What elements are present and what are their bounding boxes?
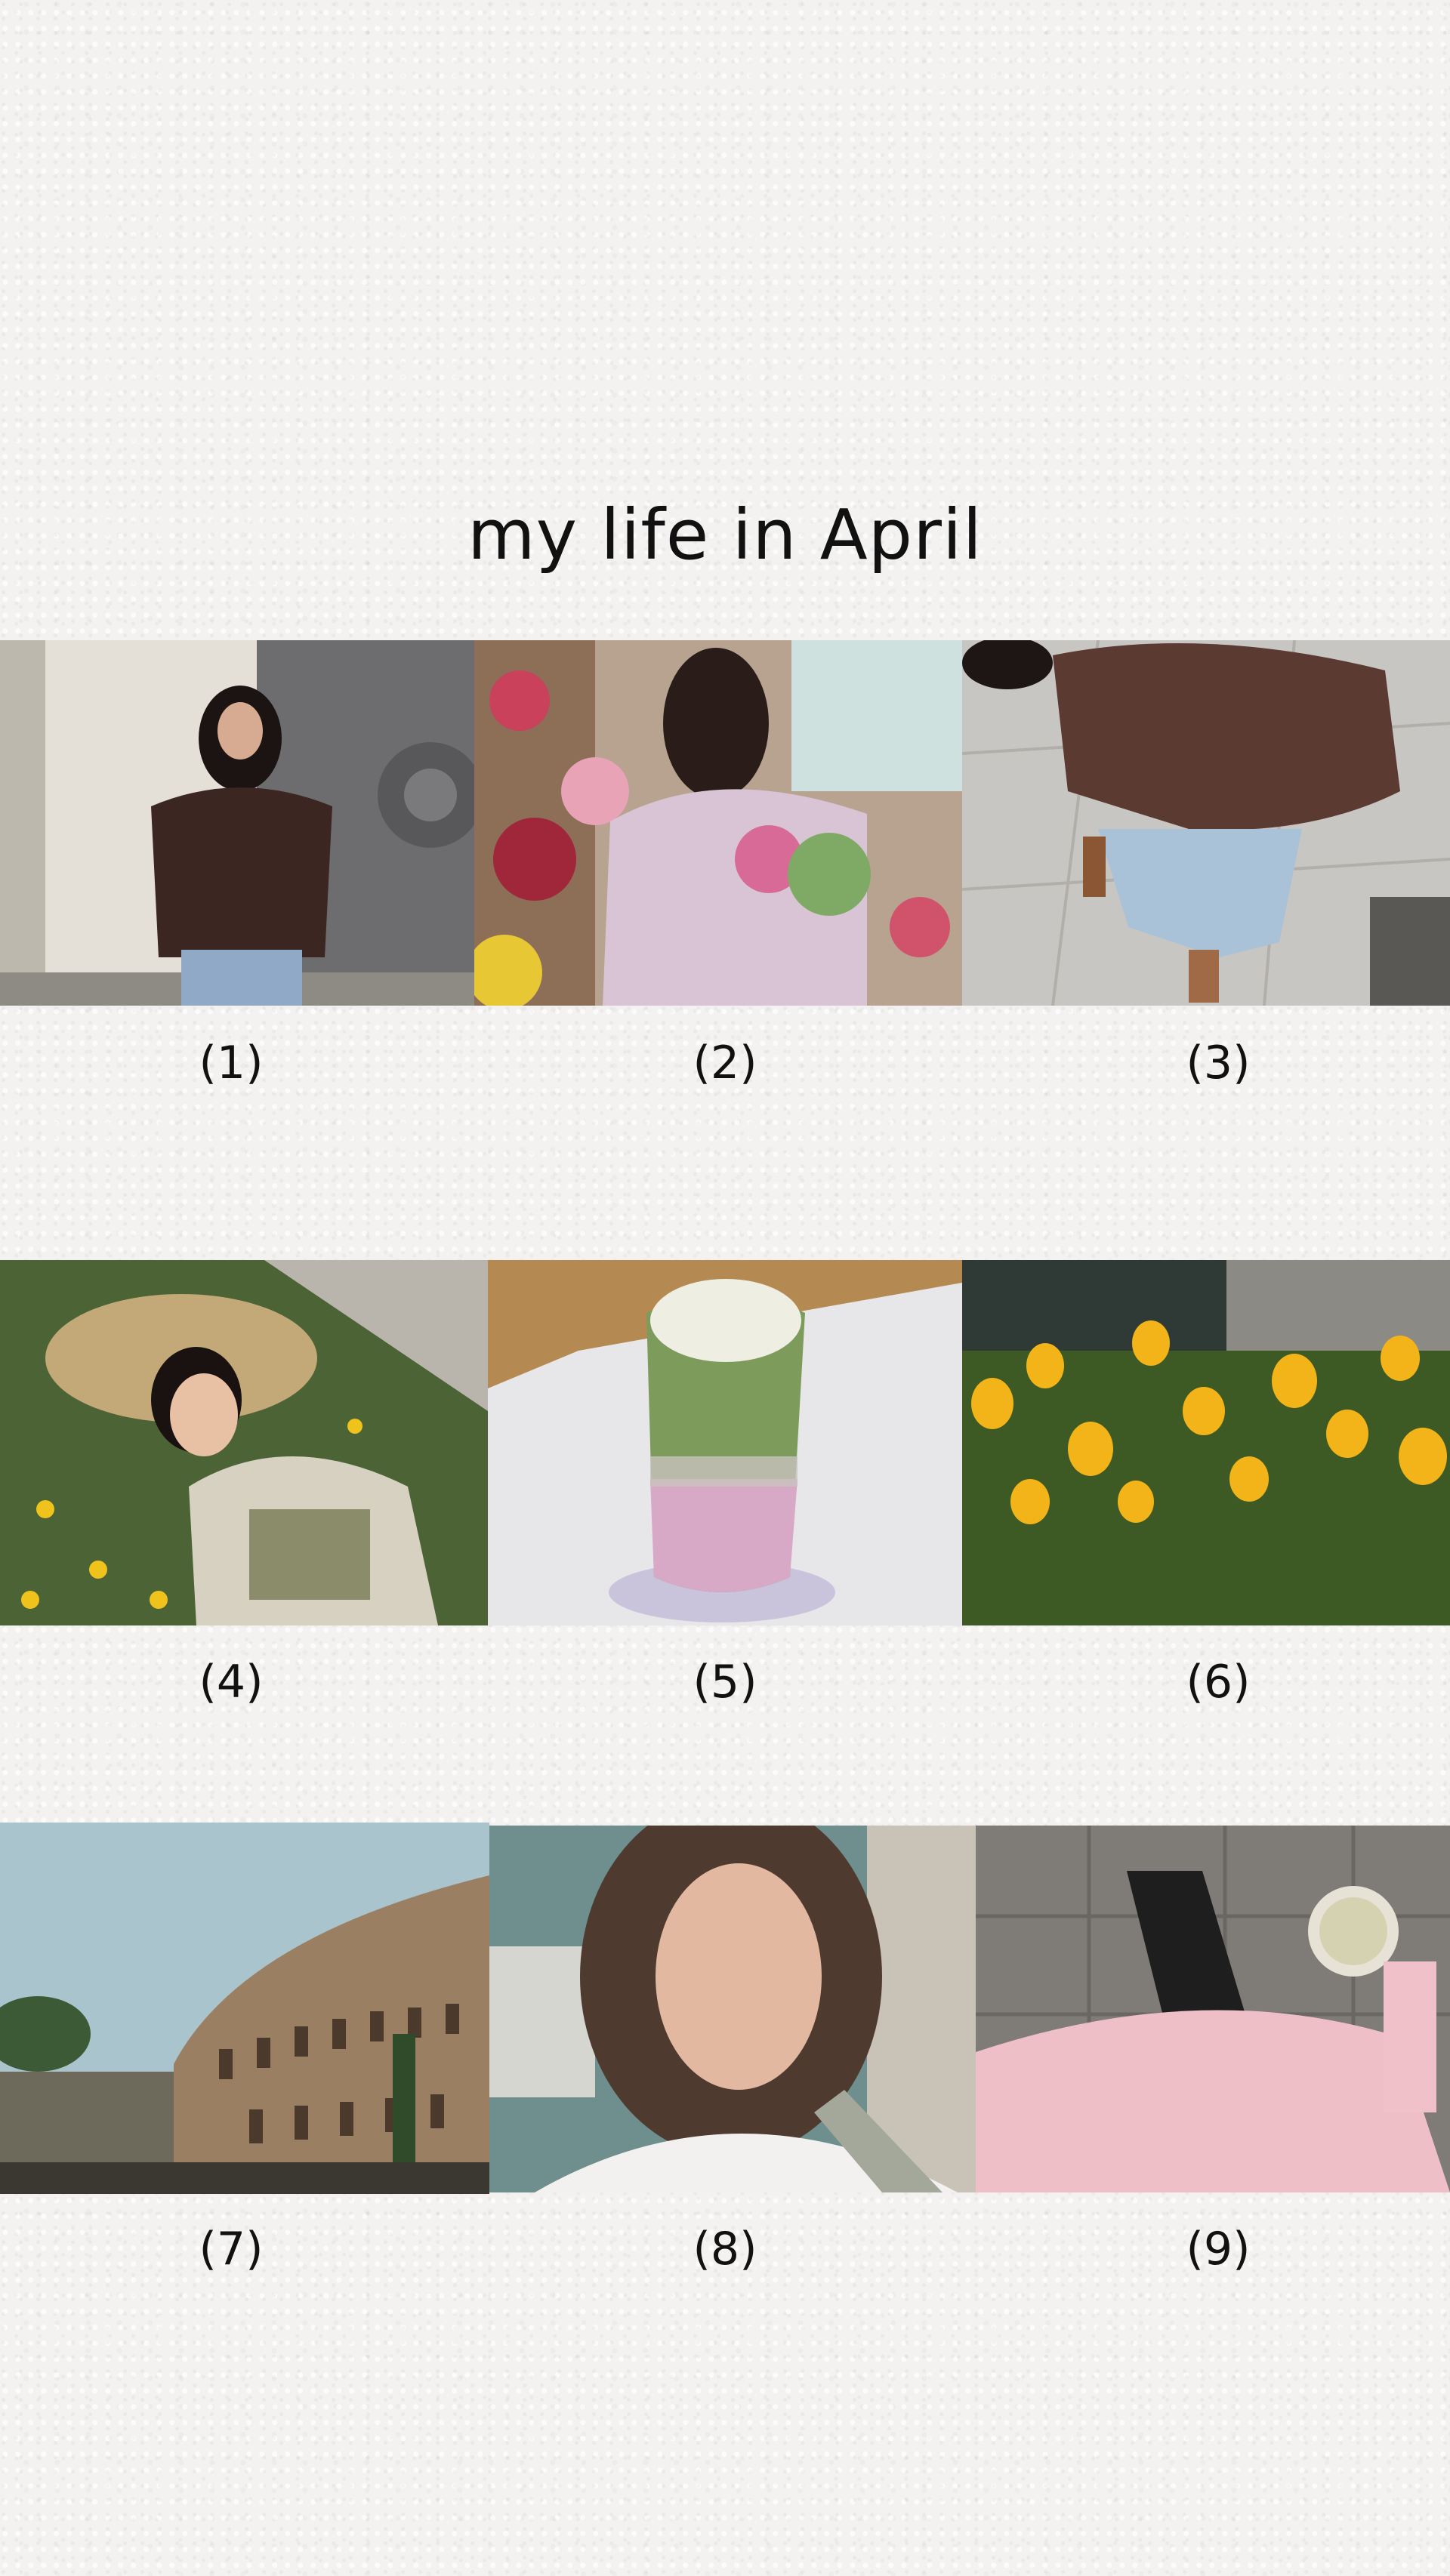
photo-9-pink-sweater-drink[interactable] (976, 1826, 1450, 2192)
photo-3-outfit-from-above[interactable] (962, 640, 1450, 1006)
photo-caption: (8) (693, 2223, 757, 2276)
photo-2-flower-market[interactable] (474, 640, 962, 1006)
photo-caption: (3) (1186, 1037, 1251, 1089)
photo-4-woman-in-sun-hat[interactable] (0, 1260, 488, 1625)
page-title: my life in April (467, 495, 983, 575)
photo-caption: (9) (1186, 2223, 1251, 2276)
photo-caption: (2) (693, 1037, 757, 1089)
photo-caption: (5) (693, 1656, 757, 1709)
photo-8-car-selfie[interactable] (489, 1826, 976, 2192)
photo-caption: (1) (199, 1037, 264, 1089)
photo-1-woman-at-door[interactable] (0, 640, 474, 1006)
photo-7-colosseum[interactable] (0, 1823, 489, 2194)
photo-caption: (4) (199, 1656, 264, 1709)
photo-caption: (6) (1186, 1656, 1251, 1709)
photo-6-yellow-tulips[interactable] (962, 1260, 1450, 1625)
photo-caption: (7) (199, 2223, 264, 2276)
photo-5-matcha-drink[interactable] (488, 1260, 962, 1625)
